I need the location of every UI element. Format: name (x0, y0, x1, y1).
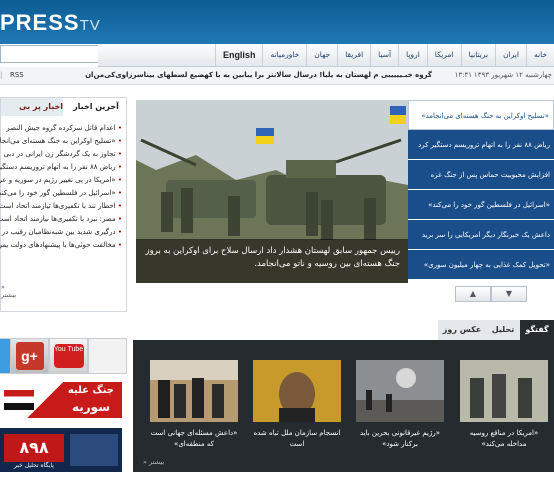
syria-banner-line2: سوریه (71, 400, 110, 414)
nav-item-asia[interactable]: آسیا (370, 44, 398, 66)
war-on-syria-banner[interactable]: جنگ علیه سوریه (0, 382, 122, 418)
ticker-headline[interactable]: گروه خبـیییییی م لهستان به یلیا! درسال س… (85, 67, 432, 84)
bottom-tabs: گفتگو تحلیل عکس روز (432, 320, 554, 340)
bottom-more-link[interactable]: » بیشتر (143, 458, 164, 466)
list-item[interactable]: ریاض ۸۸ نفر را به اتهام تروریسم دستگیر ک… (0, 161, 122, 174)
news-caption-4[interactable]: «داعش مسئله‌ای جهانی است که منطقه‌ای» (149, 428, 239, 450)
ticker-separator: | (0, 71, 3, 79)
list-item[interactable]: «اسرائیل در فلسطین گور خود را می‌کند» (0, 187, 122, 200)
news-thumb-1[interactable] (460, 360, 548, 422)
list-item[interactable]: «امریکا در پی تغییر رژیم در سوریه و عراق… (0, 174, 122, 187)
tab-analysis[interactable]: تحلیل (486, 320, 520, 340)
news-thumb-2[interactable] (356, 360, 444, 422)
news-ticker: چهارشنبه ۱۲ شهریور ۱۳۹۳ ۱۳:۴۱ گروه خبـیی… (0, 67, 554, 85)
featured-caption[interactable]: رییس جمهور سابق لهستان هشدار داد ارسال س… (136, 239, 408, 283)
list-item[interactable]: اعدام قاتل سرکرده گروه جیش النصر (0, 122, 122, 135)
headline-row[interactable]: افزایش محبوبیت حماس پس از جنگ غزه (408, 160, 554, 190)
headlines-list: «تسلیح اوکراین به جنگ هسته‌ای می‌انجامد»… (408, 100, 554, 283)
google-plus-label: g+ (15, 342, 44, 370)
youtube-icon[interactable]: You Tube (49, 338, 88, 374)
search-input[interactable] (0, 45, 104, 63)
presstv-logo[interactable]: PRESSTV (0, 10, 101, 36)
news-thumb-3[interactable] (253, 360, 341, 422)
nav-item-middle-east[interactable]: خاورمیانه (262, 44, 306, 66)
rss-link[interactable]: RSS (10, 67, 24, 84)
nav-item-iran[interactable]: ایران (495, 44, 526, 66)
google-plus-icon[interactable]: g+ (10, 338, 49, 374)
youtube-label: You Tube (53, 344, 84, 368)
list-item[interactable]: مخالفت حوثی‌ها با پیشنهادهای دولت یمن (0, 239, 122, 252)
news-caption-1[interactable]: «امریکا در مناقع روسیه مداخله می‌کند» (459, 428, 549, 450)
arrow-down-icon: ▼ (505, 289, 513, 298)
logo-text: PRESS (0, 10, 80, 35)
list-item[interactable]: مصر: نبرد با تکفیری‌ها نیازمند اتحاد است (0, 213, 122, 226)
ticker-date: چهارشنبه ۱۲ شهریور ۱۳۹۳ (473, 71, 552, 79)
headline-row[interactable]: «تحویل کمک غذایی به چهار میلیون سوری» (408, 250, 554, 280)
bottom-more-label: بیشتر (149, 458, 165, 466)
nav-item-home[interactable]: خانه (525, 44, 554, 66)
main-nav: خانه ایران بریتانیا امریکا اروپا آسیا اف… (98, 44, 554, 67)
nav-item-world[interactable]: جهان (306, 44, 337, 66)
syria-flag-icon (4, 390, 34, 410)
headline-row[interactable]: «اسرائیل در فلسطین گور خود را می‌کند» (408, 190, 554, 220)
nav-item-africa[interactable]: افریقا (337, 44, 370, 66)
news-caption-2[interactable]: «رژیم غیرقانونی بحرین باید برکنار شود» (355, 428, 445, 450)
headline-row[interactable]: داعش یک خبرنگار دیگر امریکایی را سر برید (408, 220, 554, 250)
headline-arrows: ▲ ▼ (455, 286, 527, 302)
latest-more-link[interactable]: » بیشتر (1, 283, 18, 299)
logo-tv-text: TV (79, 17, 101, 34)
ticker-time: ۱۳:۴۱ (454, 71, 472, 79)
tab-latest-news[interactable]: آخرین اخبار (66, 98, 126, 116)
press-code-badge: ۸۹۸ (4, 434, 64, 462)
latest-more-label: بیشتر (1, 291, 17, 299)
nav-item-europe[interactable]: اروپا (398, 44, 427, 66)
headline-row[interactable]: «تسلیح اوکراین به جنگ هسته‌ای می‌انجامد» (408, 100, 554, 130)
tab-photo-of-day[interactable]: عکس روز (438, 320, 486, 340)
arrow-down-button[interactable]: ▼ (491, 286, 527, 302)
press-banner-subtitle: پایگاه تحلیل خبر (14, 462, 54, 469)
bottom-news-panel: «امریکا در مناقع روسیه مداخله می‌کند» «ر… (133, 340, 554, 472)
arrow-up-icon: ▲ (469, 289, 477, 298)
press-analysis-banner[interactable]: ۸۹۸ پایگاه تحلیل خبر (0, 428, 122, 472)
nav-item-english[interactable]: English (214, 44, 263, 66)
arrow-up-button[interactable]: ▲ (455, 286, 491, 302)
headline-row[interactable]: ریاض ۸۸ نفر را به اتهام تروریسم دستگیر ک… (408, 130, 554, 160)
nav-item-america[interactable]: امریکا (426, 44, 461, 66)
list-item[interactable]: تجاوز به یک گردشگر زن ایرانی در دبی (0, 148, 122, 161)
tab-popular-news[interactable]: اخبار پر بی (1, 98, 63, 116)
list-item[interactable]: درگیری شدید بین شبه‌نظامیان رقیب در لیبی (0, 226, 122, 239)
tab-interview[interactable]: گفتگو (520, 320, 554, 340)
featured-story[interactable]: رییس جمهور سابق لهستان هشدار داد ارسال س… (136, 100, 408, 283)
news-caption-3[interactable]: انسجام سازمان ملل تباه شده است (252, 428, 342, 450)
rss-feed-icon[interactable] (88, 338, 127, 374)
news-thumb-4[interactable] (150, 360, 238, 422)
list-item[interactable]: «تسلیح اوکراین به جنگ هسته‌ای می‌انجامد» (0, 135, 122, 148)
latest-news-panel: آخرین اخبار اخبار پر بی اعدام قاتل سرکرد… (0, 97, 127, 312)
nav-item-uk[interactable]: بریتانیا (460, 44, 496, 66)
press-banner-graphic (70, 434, 118, 466)
syria-banner-line1: جنگ علیه (67, 385, 114, 396)
latest-news-list: اعدام قاتل سرکرده گروه جیش النصر «تسلیح … (0, 122, 122, 252)
list-item[interactable]: اخطار تند با تکفیری‌ها تیازمند اتحاد است (0, 200, 122, 213)
